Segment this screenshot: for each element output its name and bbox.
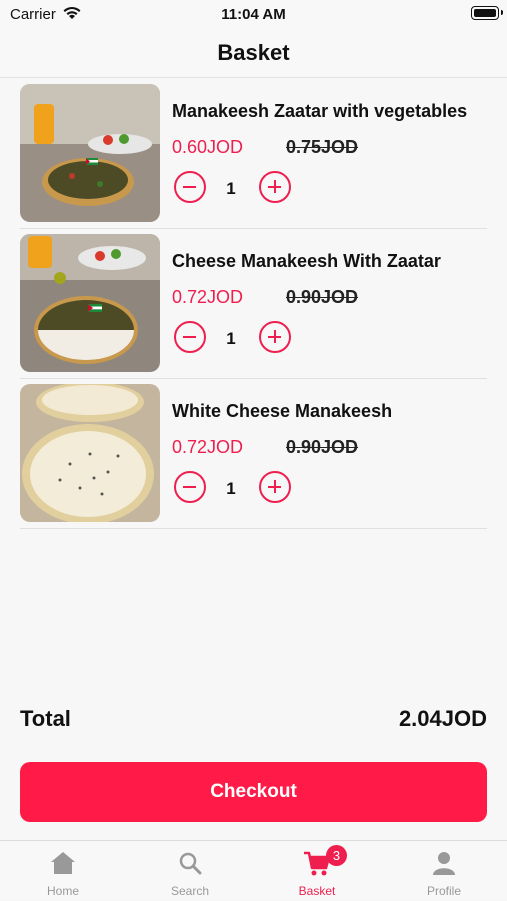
page-title: Basket xyxy=(217,40,290,65)
search-icon xyxy=(178,851,202,880)
product-price: 0.72JOD xyxy=(172,437,244,457)
product-old-price: 0.90JOD xyxy=(286,287,359,307)
tab-label: Basket xyxy=(298,884,336,898)
product-price: 0.72JOD xyxy=(172,287,244,307)
tab-label: Home xyxy=(46,884,79,898)
increase-quantity-button[interactable] xyxy=(259,171,291,203)
checkout-button[interactable]: Checkout xyxy=(20,762,487,822)
product-image xyxy=(20,84,160,222)
status-bar: Carrier 11:04 AM xyxy=(0,0,507,30)
basket-list: Manakeesh Zaatar with vegetables 0.60JOD… xyxy=(20,79,487,529)
product-old-price: 0.75JOD xyxy=(286,137,359,157)
clock: 11:04 AM xyxy=(221,6,286,23)
product-image xyxy=(20,234,160,372)
decrease-quantity-button[interactable] xyxy=(174,471,206,503)
increase-quantity-button[interactable] xyxy=(259,471,291,503)
tab-home[interactable]: Home xyxy=(0,841,126,901)
increase-quantity-button[interactable] xyxy=(259,321,291,353)
tab-label: Search xyxy=(170,884,210,898)
product-name: Manakeesh Zaatar with vegetables xyxy=(172,101,468,121)
cart-count-badge: 3 xyxy=(326,845,347,866)
product-name: White Cheese Manakeesh xyxy=(172,401,393,421)
decrease-quantity-button[interactable] xyxy=(174,171,206,203)
tab-basket[interactable]: 3 Basket xyxy=(254,841,380,901)
total-value: 2.04JOD xyxy=(398,706,487,731)
quantity-value: 1 xyxy=(226,179,236,198)
person-icon xyxy=(432,851,456,880)
battery-icon xyxy=(471,6,503,20)
tab-search[interactable]: Search xyxy=(127,841,253,901)
product-image xyxy=(20,384,160,522)
home-icon xyxy=(50,851,76,880)
navigation-bar: Basket xyxy=(0,30,507,78)
quantity-value: 1 xyxy=(226,329,236,348)
product-price: 0.60JOD xyxy=(172,137,244,157)
tab-profile[interactable]: Profile xyxy=(381,841,507,901)
basket-item[interactable]: Cheese Manakeesh With Zaatar 0.72JOD 0.9… xyxy=(20,229,487,379)
quantity-value: 1 xyxy=(226,479,236,498)
basket-item[interactable]: Manakeesh Zaatar with vegetables 0.60JOD… xyxy=(20,79,487,229)
tab-bar: Home Search 3 Basket Profile xyxy=(0,840,507,900)
total-label: Total xyxy=(20,706,71,731)
basket-item[interactable]: White Cheese Manakeesh 0.72JOD 0.90JOD 1 xyxy=(20,379,487,529)
decrease-quantity-button[interactable] xyxy=(174,321,206,353)
tab-label: Profile xyxy=(426,884,461,898)
product-old-price: 0.90JOD xyxy=(286,437,359,457)
product-name: Cheese Manakeesh With Zaatar xyxy=(172,251,441,271)
